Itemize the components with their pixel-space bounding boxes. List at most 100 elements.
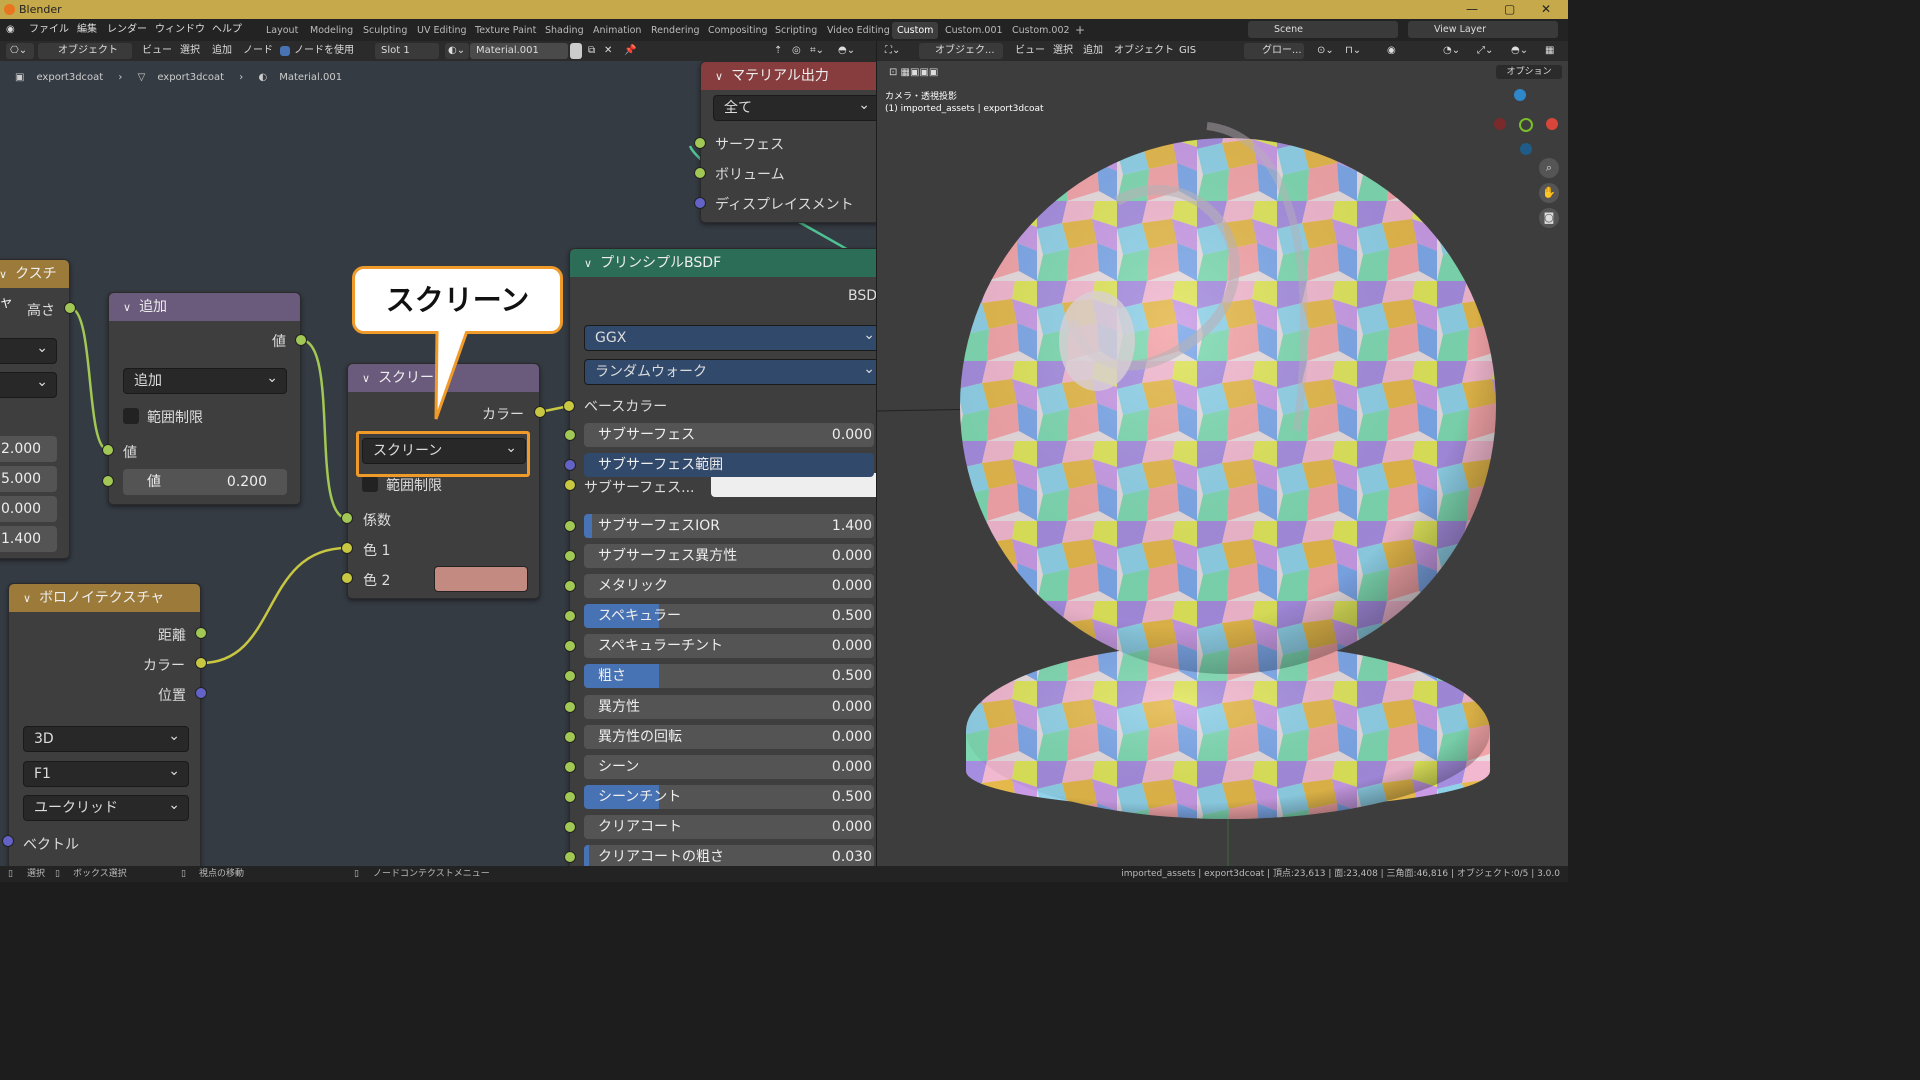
gizmo-neg-x-axis[interactable]	[1494, 118, 1506, 130]
node-menu-view[interactable]: ビュー	[142, 43, 172, 59]
unlink-material-icon[interactable]: ✕	[604, 43, 612, 59]
bsdf-prop-socket[interactable]	[564, 851, 576, 863]
bsdf-prop-row[interactable]: サブサーフェス異方性 0.000	[584, 544, 874, 568]
base-color-input-socket[interactable]	[563, 400, 575, 412]
add-input2-socket[interactable]	[102, 475, 114, 487]
tab-animation[interactable]: Animation	[588, 22, 646, 39]
bsdf-prop-row[interactable]: クリアコート 0.000	[584, 815, 874, 839]
menu-edit[interactable]: 編集	[77, 19, 97, 41]
bsdf-prop-row[interactable]: 異方性 0.000	[584, 695, 874, 719]
bsdf-prop-row[interactable]: サブサーフェス 0.000	[584, 423, 874, 447]
bsdf-prop-socket[interactable]	[564, 429, 576, 441]
pan-hand-icon[interactable]: ✋	[1539, 183, 1559, 203]
output-target-dropdown[interactable]: 全て	[713, 93, 876, 121]
bsdf-prop-row[interactable]: クリアコートの粗さ 0.030	[584, 845, 874, 866]
node-menu-add[interactable]: 追加	[212, 43, 232, 59]
bsdf-prop-socket[interactable]	[564, 459, 576, 471]
tab-custom[interactable]: Custom	[892, 22, 939, 39]
distance-output-socket[interactable]	[195, 627, 207, 639]
surface-input-socket[interactable]	[694, 137, 706, 149]
bsdf-prop-row[interactable]: 粗さ 0.500	[584, 664, 874, 688]
tab-rendering[interactable]: Rendering	[646, 22, 705, 39]
bsdf-prop-row[interactable]: サブサーフェス範囲	[584, 453, 874, 477]
bsdf-prop-row[interactable]: スペキュラー 0.500	[584, 604, 874, 628]
pin-icon[interactable]: 📌	[624, 43, 636, 59]
bsdf-prop-row[interactable]: シーン 0.000	[584, 755, 874, 779]
node-mode-dropdown[interactable]: オブジェクト	[38, 43, 132, 59]
use-nodes-checkbox[interactable]	[280, 46, 290, 56]
menu-help[interactable]: ヘルプ	[212, 19, 242, 41]
snap-options-icon[interactable]: ⌗⌄	[810, 43, 824, 59]
bsdf-prop-socket[interactable]	[564, 821, 576, 833]
zoom-icon[interactable]: ⌕	[1539, 158, 1559, 178]
fac-input-socket[interactable]	[341, 512, 353, 524]
tab-custom-002[interactable]: Custom.002	[1007, 22, 1075, 39]
texture-dropdown-1[interactable]	[0, 336, 57, 364]
subsurface-color-socket[interactable]	[564, 479, 576, 491]
bsdf-prop-socket[interactable]	[564, 731, 576, 743]
overlay-icon[interactable]: ◓⌄	[838, 43, 855, 59]
tab-layout[interactable]: Layout	[261, 22, 303, 39]
volume-input-socket[interactable]	[694, 167, 706, 179]
view-layer-selector[interactable]: View Layer	[1408, 21, 1558, 38]
menu-file[interactable]: ファイル	[29, 19, 69, 41]
menu-window[interactable]: ウィンドウ	[155, 19, 205, 41]
bsdf-prop-socket[interactable]	[564, 580, 576, 592]
bsdf-prop-row[interactable]: 異方性の回転 0.000	[584, 725, 874, 749]
add-output-socket[interactable]	[295, 334, 307, 346]
voronoi-texture-node[interactable]: ボロノイテクスチャ 距離 カラー 位置 3D F1 ユークリッド ベクトル	[8, 583, 201, 866]
position-output-socket[interactable]	[195, 687, 207, 699]
add-workspace-button[interactable]: +	[1070, 22, 1090, 39]
add-input1-socket[interactable]	[102, 444, 114, 456]
height-output-socket[interactable]	[64, 302, 76, 314]
menu-render[interactable]: レンダー	[107, 19, 147, 41]
bsdf-prop-socket[interactable]	[564, 701, 576, 713]
parent-node-icon[interactable]: ⇡	[774, 43, 782, 59]
color1-input-socket[interactable]	[341, 542, 353, 554]
tab-modeling[interactable]: Modeling	[305, 22, 358, 39]
blender-menu-icon[interactable]: ◉	[6, 19, 15, 41]
screen-clamp-checkbox[interactable]	[362, 476, 378, 492]
fake-user-icon[interactable]	[570, 43, 582, 59]
vector-input-socket[interactable]	[2, 835, 14, 847]
scene-selector[interactable]: Scene	[1248, 21, 1398, 38]
minimize-icon[interactable]: —	[1466, 0, 1478, 19]
3d-viewport[interactable]: ⛶⌄ オブジェク... ビュー 選択 追加 オブジェクト GIS グロー... …	[877, 41, 1568, 866]
gizmo-neg-z-axis[interactable]	[1520, 143, 1532, 155]
node-editor[interactable]: ▣ export3dcoat › ▽ export3dcoat › ◐ Materia…	[0, 61, 876, 866]
add-node[interactable]: 追加 値 追加 範囲制限 値 値 0.200	[108, 292, 301, 505]
voronoi-color-output-socket[interactable]	[195, 657, 207, 669]
editor-type-icon[interactable]: ⎔⌄	[6, 43, 34, 59]
tab-uv-editing[interactable]: UV Editing	[412, 22, 472, 39]
close-icon[interactable]: ✕	[1541, 0, 1551, 19]
tab-video-editing[interactable]: Video Editing	[822, 22, 895, 39]
node-menu-select[interactable]: 選択	[180, 43, 200, 59]
texture-value-4[interactable]: 1.400	[0, 526, 57, 552]
bsdf-prop-row[interactable]: スペキュラーチント 0.000	[584, 634, 874, 658]
bsdf-prop-socket[interactable]	[564, 550, 576, 562]
texture-value-3[interactable]: 0.000	[0, 496, 57, 522]
add-operation-dropdown[interactable]: 追加	[123, 366, 287, 394]
gizmo-z-axis[interactable]	[1514, 89, 1526, 101]
material-output-node[interactable]: マテリアル出力 全て サーフェス ボリューム ディスプレイスメント	[700, 61, 876, 223]
bsdf-prop-row[interactable]: シーンチント 0.500	[584, 785, 874, 809]
tab-sculpting[interactable]: Sculpting	[358, 22, 412, 39]
distribution-dropdown[interactable]: GGX	[584, 323, 876, 351]
principled-bsdf-node[interactable]: プリンシプルBSDF BSDF GGX ランダムウォーク ベースカラー サブサー…	[564, 248, 876, 866]
tab-shading[interactable]: Shading	[540, 22, 589, 39]
bsdf-prop-socket[interactable]	[564, 520, 576, 532]
node-menu-node[interactable]: ノード	[243, 43, 273, 59]
add-clamp-checkbox[interactable]	[123, 408, 139, 424]
bsdf-prop-socket[interactable]	[564, 610, 576, 622]
tab-texture-paint[interactable]: Texture Paint	[470, 22, 541, 39]
bsdf-prop-socket[interactable]	[564, 761, 576, 773]
duplicate-material-icon[interactable]: ⧉	[588, 43, 595, 59]
bsdf-prop-socket[interactable]	[564, 640, 576, 652]
voronoi-metric-dropdown[interactable]: ユークリッド	[23, 793, 189, 821]
texture-value-2[interactable]: 5.000	[0, 466, 57, 492]
bsdf-prop-socket[interactable]	[564, 791, 576, 803]
gizmo-x-axis[interactable]	[1546, 118, 1558, 130]
subsurface-method-dropdown[interactable]: ランダムウォーク	[584, 357, 876, 385]
maximize-icon[interactable]: ▢	[1504, 0, 1515, 19]
camera-view-icon[interactable]: ◙	[1539, 208, 1559, 228]
